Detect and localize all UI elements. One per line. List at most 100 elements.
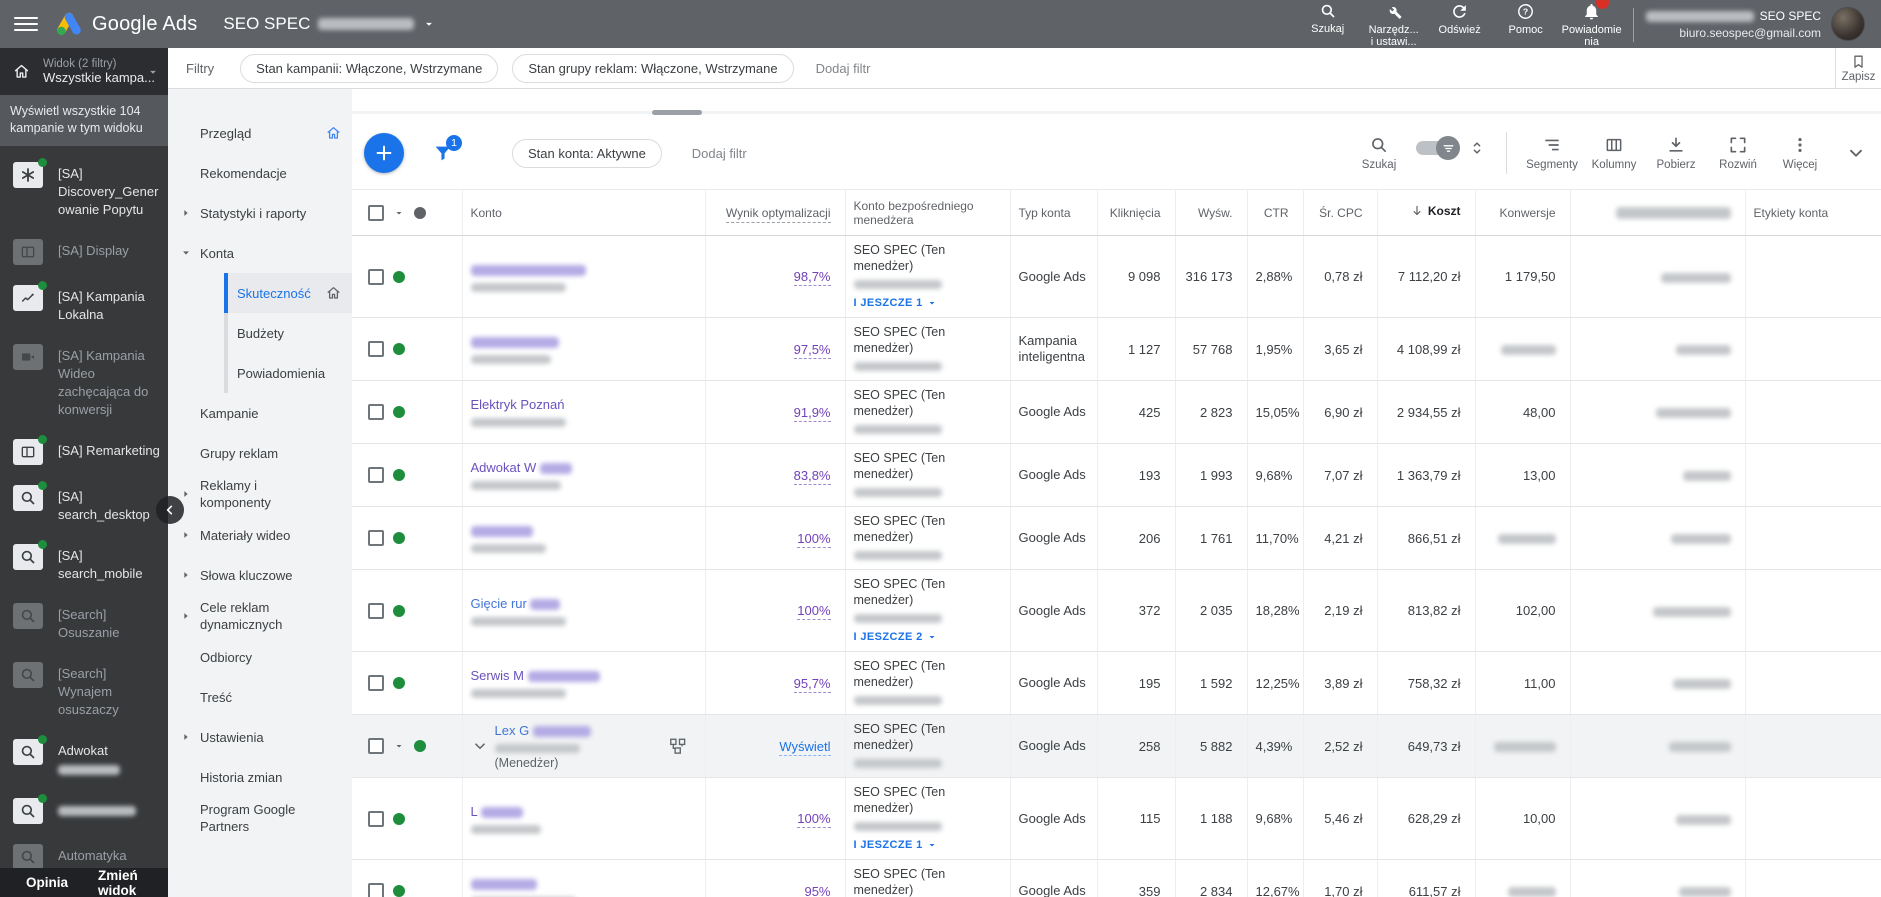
table-row[interactable]: Serwis M 95,7% SEO SPEC (Ten menedżer) G… [352,651,1881,715]
nav-item-kampanie[interactable]: Kampanie [168,393,352,433]
campaign-item[interactable]: [SA] Discovery_Generowanie Popytu [0,152,168,229]
nav-item-odbiorcy[interactable]: Odbiorcy [168,637,352,677]
campaign-item[interactable]: [SA] search_desktop [0,475,168,534]
show-more-managers-link[interactable]: I JESZCZE 1 [854,837,1002,853]
nav-item-skuteczno-[interactable]: Skuteczność [224,273,352,313]
filter-toggle[interactable] [1416,136,1460,160]
table-row[interactable]: Elektryk Poznań 91,9% SEO SPEC (Ten mene… [352,380,1881,444]
expand-button[interactable]: Rozwiń [1707,135,1769,171]
optimization-score-link[interactable]: 95,7% [793,675,831,693]
col-header-wysw[interactable]: Wyśw. [1175,189,1248,236]
campaign-item[interactable]: [SA] Kampania Lokalna [0,275,168,334]
col-header-etykiety-konta[interactable]: Etykiety konta [1745,189,1881,236]
status-filter-dot[interactable] [414,206,426,219]
col-header-konto-menedzera[interactable]: Konto bezpośredniego menedżera [845,189,1011,236]
campaign-item[interactable]: Adwokat [0,729,168,788]
filter-chip-adgroup-status[interactable]: Stan grupy reklam: Włączone, Wstrzymane [512,53,794,83]
show-more-managers-link[interactable]: I JESZCZE 1 [854,295,1002,311]
nav-item-przegl-d[interactable]: Przegląd [168,113,352,153]
account-name-link[interactable]: Elektryk Poznań [471,396,566,413]
chevron-down-icon[interactable] [393,740,405,752]
nav-item-rekomendacje[interactable]: Rekomendacje [168,153,352,193]
account-name-link[interactable]: Serwis M [471,667,600,684]
collapse-sidebar-button[interactable] [156,496,184,524]
nav-item-materia-y-wideo[interactable]: Materiały wideo [168,515,352,555]
topbar-search-button[interactable]: Szukaj [1295,0,1361,35]
campaign-item[interactable]: [SA] Kampania Wideo zachęcająca do konwe… [0,334,168,429]
nav-item-s-owa-kluczowe[interactable]: Słowa kluczowe [168,555,352,595]
chevron-down-icon[interactable] [393,207,405,219]
campaign-item[interactable]: [SA] Remarketing [0,429,168,475]
col-header-ctr[interactable]: CTR [1247,189,1304,236]
segments-button[interactable]: Segmenty [1521,135,1583,171]
expand-row-icon[interactable] [471,737,489,755]
row-checkbox[interactable] [368,810,384,827]
nav-item-statystyki-i-raporty[interactable]: Statystyki i raporty [168,193,352,233]
optimization-score-link[interactable]: 91,9% [793,404,831,422]
account-name-link[interactable]: Lex G [495,722,591,739]
add-button[interactable] [364,133,404,173]
row-checkbox[interactable] [368,268,384,285]
optimization-score-link[interactable]: 100% [797,811,831,828]
account-status-chip[interactable]: Stan konta: Aktywne [512,138,662,168]
table-row[interactable]: Adwokat W 83,8% SEO SPEC (Ten menedżer) … [352,443,1881,507]
row-checkbox[interactable] [368,738,384,754]
columns-button[interactable]: Kolumny [1583,135,1645,171]
account-name-link[interactable] [470,875,576,892]
account-name-link[interactable]: L [471,803,541,820]
nav-item-reklamy-i-komponenty[interactable]: Reklamy i komponenty [168,473,352,515]
campaign-item[interactable]: [SA] Display [0,229,168,275]
nav-item-tre-[interactable]: Treść [168,677,352,717]
show-more-managers-link[interactable]: I JESZCZE 2 [854,629,1002,645]
change-view-link[interactable]: Zmień widok [98,868,168,897]
col-header-sr-cpc[interactable]: Śr. CPC [1303,189,1378,236]
table-row[interactable]: Gięcie rur 100% SEO SPEC (Ten menedżer) … [352,569,1881,652]
topbar-help-button[interactable]: ? Pomoc [1493,0,1559,36]
row-checkbox[interactable] [368,883,384,897]
col-header-wynik-optymalizacji[interactable]: Wynik optymalizacji [705,189,846,236]
view-selector[interactable]: Widok (2 filtry) Wszystkie kampa... [0,48,168,95]
topbar-notifications-button[interactable]: Powiadomie nia [1559,0,1625,48]
account-name-link[interactable]: Gięcie rur [471,595,566,612]
topbar-account-info[interactable]: SEO SPEC biuro.seospec@gmail.com [1645,8,1821,40]
filter-chip-campaign-status[interactable]: Stan kampanii: Włączone, Wstrzymane [240,53,499,83]
nav-item-historia-zmian[interactable]: Historia zmian [168,757,352,797]
campaign-item[interactable]: [Search] Wynajem osuszaczy [0,652,168,729]
toolbar-add-filter[interactable]: Dodaj filtr [692,146,747,161]
topbar-refresh-button[interactable]: Odśwież [1427,0,1493,36]
campaign-item[interactable]: [Search] Osuszanie [0,593,168,652]
optimization-score-link[interactable]: 97,5% [793,341,831,359]
unfold-sort-icon[interactable] [1468,139,1486,157]
account-tree-icon[interactable] [668,737,687,756]
col-header-koszt[interactable]: Koszt [1377,189,1476,236]
nav-item-konta[interactable]: Konta [168,233,352,273]
account-name-link[interactable] [470,261,586,278]
row-checkbox[interactable] [368,530,384,546]
account-name-link[interactable]: Adwokat W [471,459,572,476]
menu-icon[interactable] [14,12,38,36]
topbar-tools-button[interactable]: Narzędz... i ustawi... [1361,0,1427,48]
row-checkbox[interactable] [368,675,384,691]
row-checkbox[interactable] [368,404,384,420]
table-row[interactable]: L 100% SEO SPEC (Ten menedżer) I JESZCZE… [352,777,1881,860]
nav-item-bud-ety[interactable]: Budżety [224,313,352,353]
account-switcher[interactable]: SEO SPEC [223,14,436,34]
filter-funnel-button[interactable]: 1 [432,135,462,164]
row-checkbox[interactable] [368,341,384,357]
nav-item-powiadomienia[interactable]: Powiadomienia [224,353,352,393]
table-row[interactable]: 95% SEO SPEC (Ten menedżer) Google Ads 3… [352,859,1881,897]
nav-item-grupy-reklam[interactable]: Grupy reklam [168,433,352,473]
row-checkbox[interactable] [368,467,384,483]
feedback-link[interactable]: Opinia [26,875,68,890]
download-button[interactable]: Pobierz [1645,135,1707,171]
select-all-checkbox[interactable] [368,204,384,221]
collapse-toolbar-icon[interactable] [1845,142,1867,164]
col-header-typ-konta[interactable]: Typ konta [1010,189,1098,236]
account-name-link[interactable] [470,522,546,539]
table-row[interactable]: 98,7% SEO SPEC (Ten menedżer) I JESZCZE … [352,235,1881,318]
nav-item-cele-reklam-dynamicznych[interactable]: Cele reklam dynamicznych [168,595,352,637]
table-row[interactable]: Lex G (Menedżer) Wyświetl SEO SPEC (Ten … [352,714,1881,778]
add-filter-link[interactable]: Dodaj filtr [816,61,871,76]
campaign-item[interactable]: [SA] search_mobile [0,534,168,593]
campaign-item[interactable]: Automatyka [0,834,168,868]
